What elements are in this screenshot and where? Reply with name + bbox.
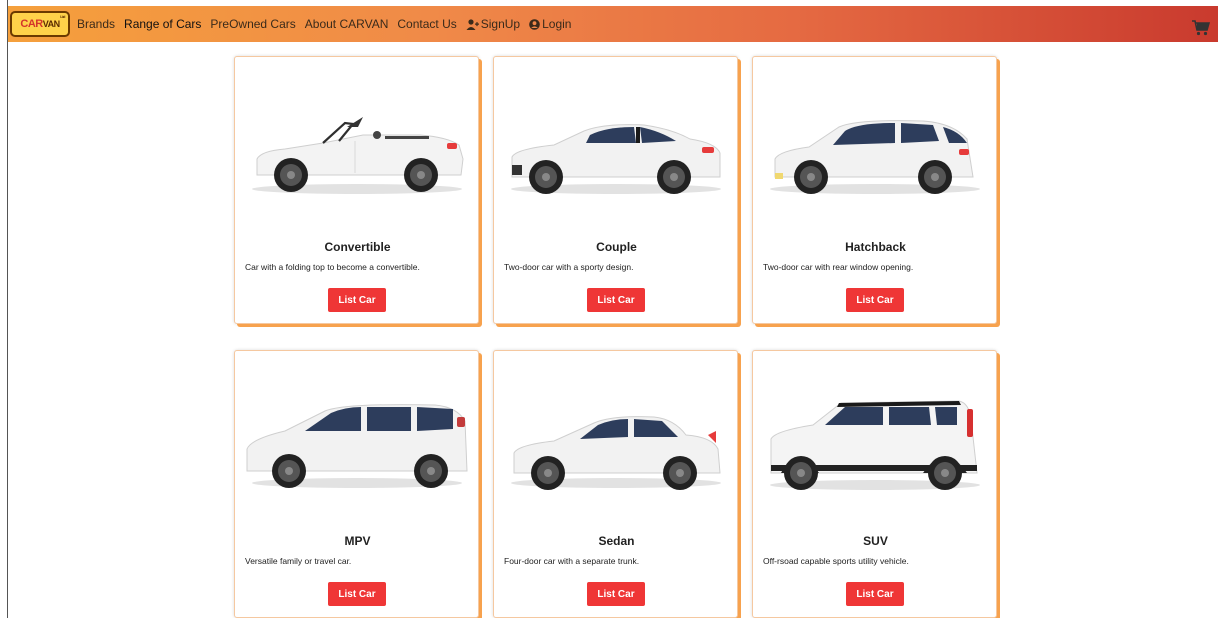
- card-title: Sedan: [598, 534, 635, 548]
- car-card-hatchback: Hatchback Two-door car with rear window …: [752, 56, 997, 324]
- user-plus-icon: [466, 18, 479, 30]
- convertible-car-image: [252, 117, 464, 194]
- top-navbar: CAR VAN Ltd Brands Range of Cars PreOwned…: [8, 6, 1218, 42]
- suv-car-image: [770, 400, 980, 490]
- card-description: Four-door car with a separate trunk.: [504, 556, 640, 566]
- card-title: Hatchback: [845, 240, 906, 254]
- list-car-button[interactable]: List Car: [328, 288, 386, 312]
- nav-brands[interactable]: Brands: [77, 17, 115, 31]
- nav-links: Brands Range of Cars PreOwned Cars About…: [77, 17, 580, 31]
- card-title: Couple: [596, 240, 637, 254]
- carvan-logo[interactable]: CAR VAN Ltd: [10, 11, 70, 37]
- nav-login[interactable]: Login: [529, 17, 571, 31]
- shopping-cart-icon[interactable]: [1192, 20, 1210, 36]
- list-car-button[interactable]: List Car: [587, 582, 645, 606]
- mpv-car-image: [246, 404, 468, 488]
- page-left-border: [7, 0, 8, 618]
- card-description: Off-rsoad capable sports utility vehicle…: [763, 556, 909, 566]
- car-type-grid: Convertible Car with a folding top to be…: [234, 56, 998, 618]
- car-card-convertible: Convertible Car with a folding top to be…: [234, 56, 479, 324]
- list-car-button[interactable]: List Car: [846, 582, 904, 606]
- hatchback-car-image: [770, 120, 980, 194]
- list-car-button[interactable]: List Car: [846, 288, 904, 312]
- nav-contact[interactable]: Contact Us: [397, 17, 456, 31]
- sedan-car-image: [511, 416, 721, 490]
- card-description: Versatile family or travel car.: [245, 556, 352, 566]
- card-description: Two-door car with rear window opening.: [763, 262, 914, 272]
- list-car-button[interactable]: List Car: [587, 288, 645, 312]
- car-card-sedan: Sedan Four-door car with a separate trun…: [493, 350, 738, 618]
- logo-text-car: CAR: [20, 18, 43, 30]
- logo-text-van: VAN: [42, 19, 60, 29]
- car-card-couple: Couple Two-door car with a sporty design…: [493, 56, 738, 324]
- car-card-mpv: MPV Versatile family or travel car. List…: [234, 350, 479, 618]
- card-title: SUV: [863, 534, 888, 548]
- nav-login-label: Login: [542, 17, 572, 31]
- nav-signup[interactable]: SignUp: [466, 17, 520, 31]
- user-circle-icon: [529, 18, 540, 30]
- card-title: Convertible: [324, 240, 391, 254]
- nav-about[interactable]: About CARVAN: [305, 17, 389, 31]
- nav-signup-label: SignUp: [480, 17, 521, 31]
- card-description: Two-door car with a sporty design.: [504, 262, 634, 272]
- nav-range-of-cars[interactable]: Range of Cars: [124, 17, 201, 31]
- list-car-button[interactable]: List Car: [328, 582, 386, 606]
- card-description: Car with a folding top to become a conve…: [245, 262, 420, 272]
- car-card-suv: SUV Off-rsoad capable sports utility veh…: [752, 350, 997, 618]
- logo-tagline: Ltd: [60, 14, 65, 19]
- card-title: MPV: [344, 534, 371, 548]
- coupe-car-image: [511, 124, 721, 194]
- nav-preowned-cars[interactable]: PreOwned Cars: [210, 17, 295, 31]
